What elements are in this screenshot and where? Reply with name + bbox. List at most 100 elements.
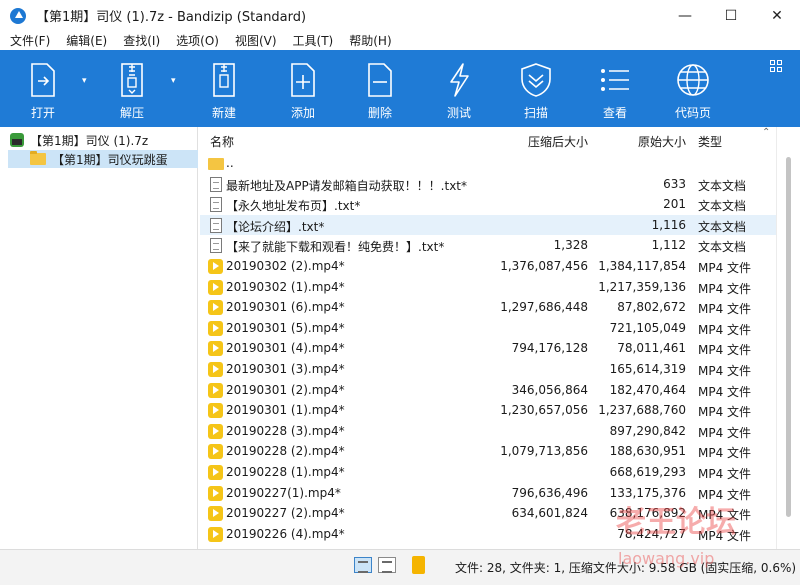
open-button[interactable]: 打开 [21,50,65,127]
file-original-size: 87,802,672 [617,300,686,315]
file-type: MP4 文件 [698,281,752,296]
extract-button[interactable]: 解压 [110,50,154,127]
file-original-size: 1,116 [651,217,686,232]
file-row[interactable]: 20190227 (2).mp4* 634,601,824 638,176,892 M… [200,503,776,524]
column-header-compressed[interactable]: 压缩后大小 [528,133,588,150]
file-row[interactable]: 【来了就能下载和观看！纯免费！】.txt* 1,328 1,112 文本文档 [200,235,776,256]
menu-help[interactable]: 帮助(H) [349,32,391,49]
file-original-size: 1,112 [651,238,686,253]
file-name: 20190227 (2).mp4* [226,506,345,521]
tree-root-archive[interactable]: 【第1期】司仪 (1).7z [10,131,148,149]
thumbnail-view-icon[interactable] [378,557,396,573]
menu-view[interactable]: 视图(V) [235,32,277,49]
column-header-type[interactable]: 类型 [698,133,722,150]
file-name: 20190226 (4).mp4* [226,526,345,541]
file-row[interactable]: 20190226 (4).mp4* 78,424,727 MP4 文件 [200,524,776,545]
column-header-original[interactable]: 原始大小 [638,133,686,150]
open-dropdown-icon[interactable]: ▾ [82,76,87,86]
file-original-size: 638,176,892 [609,506,686,521]
test-button[interactable]: 测试 [437,50,481,127]
minimize-button[interactable]: — [662,0,708,31]
file-row[interactable]: 20190228 (2).mp4* 1,079,713,856 188,630,95… [200,441,776,462]
file-row[interactable]: 20190301 (2).mp4* 346,056,864 182,470,464 M… [200,380,776,401]
column-header-name[interactable]: 名称 [210,133,234,150]
file-row[interactable]: 20190302 (1).mp4* 1,217,359,136 MP4 文件 [200,277,776,298]
mp4-file-icon [208,444,223,460]
file-original-size: 1,384,117,854 [598,258,686,273]
maximize-button[interactable]: ☐ [708,0,754,31]
file-name: 20190228 (2).mp4* [226,444,345,459]
archive-info-icon[interactable] [412,556,425,574]
file-name: 【永久地址发布页】.txt* [226,199,361,214]
file-type: MP4 文件 [698,302,752,317]
file-original-size: 721,105,049 [609,320,686,335]
file-row[interactable]: 20190301 (6).mp4* 1,297,686,448 87,802,672… [200,297,776,318]
file-name: 【来了就能下载和观看！纯免费！】.txt* [226,240,445,255]
extract-icon [112,62,152,98]
menu-options[interactable]: 选项(O) [176,32,219,49]
file-name: 20190227(1).mp4* [226,485,341,500]
test-bolt-icon [439,62,479,98]
scan-button[interactable]: 扫描 [514,50,558,127]
mp4-file-icon [208,258,223,274]
menu-edit[interactable]: 编辑(E) [66,32,107,49]
file-row[interactable]: 20190301 (4).mp4* 794,176,128 78,011,461 MP… [200,338,776,359]
parent-folder-icon [208,158,224,170]
file-type: MP4 文件 [698,405,752,420]
view-button[interactable]: 查看 [593,50,637,127]
file-compressed-size: 1,297,686,448 [500,300,588,315]
file-row[interactable]: 【论坛介绍】.txt* 1,116 文本文档 [200,214,776,236]
file-compressed-size: 796,636,496 [511,485,588,500]
file-original-size: 78,011,461 [617,341,686,356]
folder-tree: 【第1期】司仪 (1).7z 【第1期】司仪玩跳蛋 [0,127,198,549]
details-view-icon[interactable] [354,557,372,573]
file-row[interactable]: 20190301 (3).mp4* 165,614,319 MP4 文件 [200,359,776,380]
scrollbar-thumb[interactable] [786,157,791,517]
file-type: 文本文档 [698,199,747,214]
file-name: .. [226,156,234,170]
file-row[interactable]: 20190301 (1).mp4* 1,230,657,056 1,237,688,… [200,400,776,421]
window-controls: — ☐ ✕ [662,0,800,31]
menu-bar: 文件(F) 编辑(E) 查找(I) 选项(O) 视图(V) 工具(T) 帮助(H… [0,31,800,50]
tree-folder-item[interactable]: 【第1期】司仪玩跳蛋 [8,150,198,168]
file-row[interactable]: 20190227(1).mp4* 796,636,496 133,175,376 MP… [200,483,776,504]
window-title: 【第1期】司仪 (1).7z - Bandizip (Standard) [36,10,307,25]
menu-file[interactable]: 文件(F) [10,32,50,49]
mp4-file-icon [208,423,223,439]
close-button[interactable]: ✕ [754,0,800,31]
mp4-file-icon [208,320,223,336]
bandizip-app-icon [10,7,26,24]
add-button[interactable]: 添加 [281,50,325,127]
new-label: 新建 [211,106,236,120]
file-name: 20190302 (1).mp4* [226,279,345,294]
file-original-size: 1,217,359,136 [598,279,686,294]
file-row[interactable]: 20190301 (5).mp4* 721,105,049 MP4 文件 [200,318,776,339]
scan-shield-icon [516,62,556,98]
new-button[interactable]: 新建 [202,50,246,127]
menu-tools[interactable]: 工具(T) [293,32,334,49]
file-row[interactable]: .. [200,153,776,174]
file-name: 20190301 (6).mp4* [226,300,345,315]
file-type: 文本文档 [698,219,747,234]
new-archive-icon [204,62,244,98]
extract-dropdown-icon[interactable]: ▾ [171,76,176,86]
file-compressed-size: 1,079,713,856 [500,444,588,459]
layout-grid-icon[interactable] [770,60,782,72]
menu-find[interactable]: 查找(I) [123,32,160,49]
file-compressed-size: 634,601,824 [511,506,588,521]
open-label: 打开 [30,106,55,120]
file-row[interactable]: 20190228 (3).mp4* 897,290,842 MP4 文件 [200,421,776,442]
file-row[interactable]: 最新地址及APP请发邮箱自动获取！！！.txt* 633 文本文档 [200,174,776,195]
vertical-scrollbar[interactable] [776,127,800,549]
mp4-file-icon [208,485,223,501]
file-row[interactable]: 20190228 (1).mp4* 668,619,293 MP4 文件 [200,462,776,483]
file-row[interactable]: 【永久地址发布页】.txt* 201 文本文档 [200,194,776,215]
file-name: 20190301 (2).mp4* [226,382,345,397]
file-row[interactable]: 20190302 (2).mp4* 1,376,087,456 1,384,117,… [200,256,776,277]
delete-button[interactable]: 删除 [358,50,402,127]
mp4-file-icon [208,464,223,480]
tree-root-label: 【第1期】司仪 (1).7z [30,133,149,148]
file-list: 名称 压缩后大小 原始大小 类型 ⌃ .. 最新地址及APP请发邮箱自动获取！！！… [200,127,776,549]
test-label: 测试 [446,106,471,120]
codepage-button[interactable]: 代码页 [668,50,718,127]
